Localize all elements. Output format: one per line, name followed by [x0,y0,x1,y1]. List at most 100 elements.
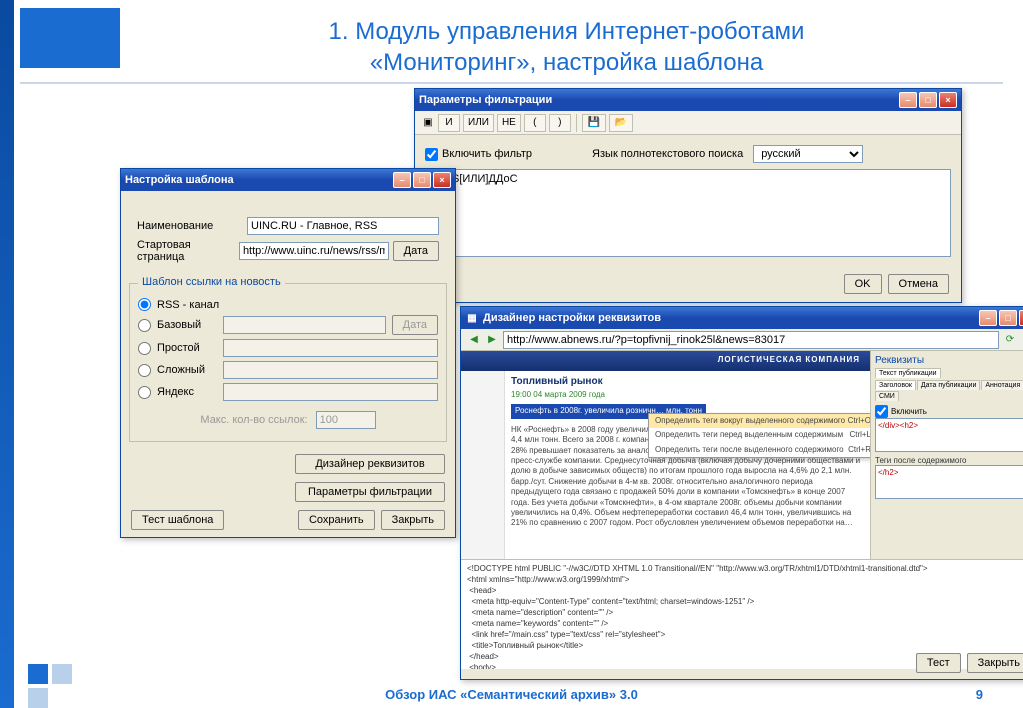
ok-button[interactable]: OK [844,274,882,294]
minimize-button[interactable]: – [979,310,997,326]
close-button[interactable]: × [433,172,451,188]
op-or-button[interactable]: ИЛИ [463,114,494,132]
maxlinks-label: Макс. кол-во ссылок: [200,414,307,426]
cancel-button[interactable]: Отмена [888,274,949,294]
tab-date[interactable]: Дата публикации [917,380,980,390]
slide-title: 1. Модуль управления Интернет-роботами «… [140,16,993,78]
ctx-item-before[interactable]: Определить теги перед выделенным содержи… [649,428,871,442]
save-icon-button[interactable]: 💾 [582,114,606,132]
save-icon: 💾 [587,116,601,130]
designer-toolbar: ◀ ▶ ⟳ ➔ [461,329,1023,351]
lang-select[interactable]: русский [753,145,863,163]
link-template-group: Шаблон ссылки на новость RSS - канал Баз… [129,283,447,442]
title-line-1: 1. Модуль управления Интернет-роботами [329,18,805,45]
page-sidebar [461,371,505,559]
filter-query-input[interactable]: DDoS[ИЛИ]ДДоС [425,169,951,257]
close-button[interactable]: × [1019,310,1023,326]
news-date: 19:00 04 марта 2009 года [511,390,864,400]
filter-window: Параметры фильтрации – □ × ▣ И ИЛИ НЕ ( … [414,88,962,303]
designer-button[interactable]: Дизайнер реквизитов [295,454,445,474]
deco-square [28,664,48,684]
tags-after-box[interactable]: </h2> [875,465,1023,499]
designer-close-button[interactable]: Закрыть [967,653,1023,673]
close-template-button[interactable]: Закрыть [381,510,445,530]
minimize-button[interactable]: – [393,172,411,188]
filter-params-button[interactable]: Параметры фильтрации [295,482,445,502]
simple-input [223,339,438,357]
context-menu[interactable]: Определить теги вокруг выделенного содер… [648,413,871,458]
name-label: Наименование [137,220,247,232]
op-not-button[interactable]: НЕ [497,114,521,132]
minimize-button[interactable]: – [899,92,917,108]
save-button[interactable]: Сохранить [298,510,375,530]
req-tabs: Заголовок Дата публикации Аннотация СМИ [875,380,1023,401]
ctx-item-around[interactable]: Определить теги вокруг выделенного содер… [649,414,871,428]
tags-before-box[interactable]: </div><h2> [875,418,1023,452]
radio-simple-label: Простой [157,342,217,354]
slide-left-block [20,8,120,68]
group-legend: Шаблон ссылки на новость [138,276,285,288]
browser-pane[interactable]: ЛОГИСТИЧЕСКАЯ КОМПАНИЯ Топливный рынок 1… [461,351,871,559]
requisites-title: Реквизиты [875,355,1023,366]
title-line-2: «Мониторинг», настройка шаблона [370,49,763,76]
name-input[interactable] [247,217,439,235]
title-rule [20,82,1003,84]
radio-basic-label: Базовый [157,319,217,331]
slide-footer: Обзор ИАС «Семантический архив» 3.0 [0,687,1023,702]
startpage-label: Стартовая страница [137,239,239,263]
radio-complex[interactable] [138,364,151,377]
radio-yandex[interactable] [138,386,151,399]
tab-annotation[interactable]: Аннотация [981,380,1023,390]
maximize-button[interactable]: □ [413,172,431,188]
basic-input [223,316,386,334]
complex-input [223,361,438,379]
open-icon-button[interactable]: 📂 [609,114,633,132]
radio-rss[interactable] [138,298,151,311]
filter-toolbar: ▣ И ИЛИ НЕ ( ) 💾 📂 [415,111,961,135]
tab-smi[interactable]: СМИ [875,391,899,401]
tab-title[interactable]: Заголовок [875,380,916,390]
lang-label: Язык полнотекстового поиска [592,148,743,160]
yandex-input [223,383,438,401]
page-banner: ЛОГИСТИЧЕСКАЯ КОМПАНИЯ [461,351,870,371]
template-titlebar[interactable]: Настройка шаблона – □ × [121,169,455,191]
template-window: Настройка шаблона – □ × Наименование Ста… [120,168,456,538]
radio-complex-label: Сложный [157,364,217,376]
slide-left-stripe [0,0,14,708]
refresh-icon[interactable]: ⟳ [1003,333,1017,347]
test-template-button[interactable]: Тест шаблона [131,510,224,530]
deco-square [52,664,72,684]
startpage-input[interactable] [239,242,389,260]
designer-window: ▦ Дизайнер настройки реквизитов – □ × ◀ … [460,306,1023,680]
maximize-button[interactable]: □ [919,92,937,108]
designer-titlebar[interactable]: ▦ Дизайнер настройки реквизитов – □ × [461,307,1023,329]
folder-open-icon: 📂 [614,116,628,130]
include-input[interactable] [875,405,888,418]
close-button[interactable]: × [939,92,957,108]
forward-icon[interactable]: ▶ [485,333,499,347]
enable-filter-label: Включить фильтр [442,148,532,160]
ctx-item-after[interactable]: Определить теги после выделенного содерж… [649,443,871,457]
back-icon[interactable]: ◀ [467,333,481,347]
date-button[interactable]: Дата [393,241,439,261]
requisites-panel: Реквизиты Текст публикации Заголовок Дат… [871,351,1023,559]
maximize-button[interactable]: □ [999,310,1017,326]
include-checkbox[interactable]: Включить [875,405,1023,418]
designer-title: Дизайнер настройки реквизитов [483,312,661,324]
radio-basic[interactable] [138,319,151,332]
enable-filter-checkbox[interactable]: Включить фильтр [425,148,532,161]
url-input[interactable] [503,331,999,349]
op-and-button[interactable]: И [438,114,460,132]
designer-test-button[interactable]: Тест [916,653,961,673]
op-rparen-button[interactable]: ) [549,114,571,132]
enable-filter-input[interactable] [425,148,438,161]
tags-after-label: Теги после содержимого [875,456,1023,465]
op-lparen-button[interactable]: ( [524,114,546,132]
maxlinks-input [316,411,376,429]
req-header-tab[interactable]: Текст публикации [875,368,941,378]
radio-simple[interactable] [138,342,151,355]
logic-icon: ▣ [421,116,435,130]
filter-titlebar[interactable]: Параметры фильтрации – □ × [415,89,961,111]
news-heading: Топливный рынок [511,375,864,388]
filter-title: Параметры фильтрации [419,94,552,106]
